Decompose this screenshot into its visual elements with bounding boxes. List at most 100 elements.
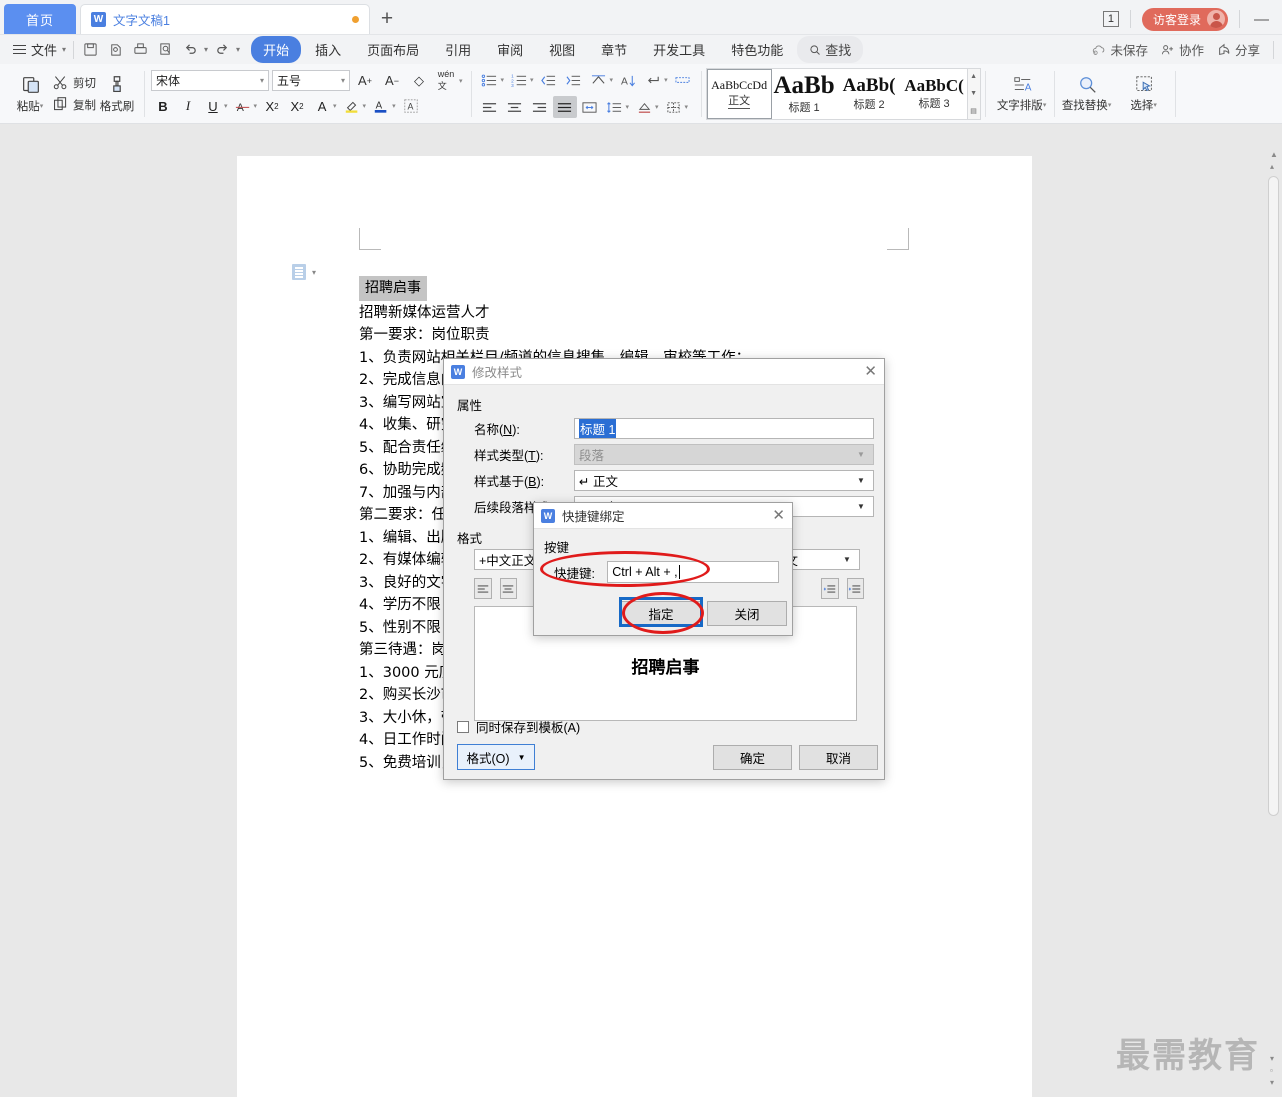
strikethrough-button[interactable]: A — [231, 95, 255, 117]
file-menu-button[interactable]: 文件 ▾ — [6, 40, 73, 59]
cancel-button[interactable]: 取消 — [799, 745, 878, 770]
ribbon-tab-review[interactable]: 审阅 — [485, 36, 535, 63]
chevron-down-icon[interactable]: ▾ — [254, 102, 258, 110]
format-painter-button[interactable]: 格式刷 — [96, 68, 138, 120]
collaborate-button[interactable]: 协作 — [1161, 40, 1204, 59]
ribbon-tab-features[interactable]: 特色功能 — [719, 36, 795, 63]
chevron-down-icon[interactable]: ▾ — [501, 76, 505, 84]
numbered-list-button[interactable]: 123 — [507, 69, 531, 91]
cut-button[interactable]: 剪切 — [52, 74, 96, 91]
pinyin-guide-icon[interactable]: wén 文 — [434, 69, 458, 91]
style-item-heading1[interactable]: AaBb 标题 1 — [772, 69, 837, 119]
style-name-input[interactable]: 标题 1 — [574, 418, 874, 439]
chevron-down-icon[interactable]: ▾ — [610, 76, 614, 84]
shortcut-binding-dialog[interactable]: W 快捷键绑定 ✕ 按键 快捷键: Ctrl + Alt + , 指定 关闭 — [533, 502, 793, 636]
save-icon[interactable] — [79, 39, 101, 60]
decrease-font-size-button[interactable]: A − — [380, 70, 404, 91]
chevron-down-icon[interactable]: ▾ — [224, 102, 228, 110]
undo-dropdown-icon[interactable]: ▾ — [204, 45, 208, 54]
scroll-page-icon[interactable]: ▫ — [1270, 1066, 1273, 1075]
based-on-select[interactable]: ↵ 正文 ▼ — [574, 470, 874, 491]
chevron-down-icon[interactable]: ▾ — [530, 76, 534, 84]
print-icon[interactable] — [129, 39, 151, 60]
style-item-heading3[interactable]: AaBbC( 标题 3 — [902, 69, 967, 119]
page-count-badge[interactable]: 1 — [1102, 11, 1119, 27]
ribbon-tab-start[interactable]: 开始 — [251, 36, 302, 63]
close-icon[interactable]: ✕ — [772, 508, 785, 523]
more-commands-icon[interactable]: ▾ — [236, 45, 240, 54]
decrease-indent-button[interactable] — [537, 69, 561, 91]
print-search-icon[interactable] — [154, 39, 176, 60]
chevron-down-icon[interactable]: ▾ — [459, 77, 463, 85]
minimize-button[interactable]: — — [1251, 11, 1272, 28]
show-marks-button[interactable] — [641, 69, 665, 91]
guest-login-button[interactable]: 访客登录 — [1141, 7, 1228, 31]
vertical-scrollbar[interactable]: ▲ ▴ ▾ ▫ ▾ — [1268, 150, 1279, 1087]
undo-icon[interactable] — [179, 39, 201, 60]
line-spacing-button[interactable] — [603, 96, 627, 118]
close-button[interactable]: 关闭 — [707, 601, 787, 626]
home-tab[interactable]: 首页 — [4, 4, 76, 34]
increase-font-size-button[interactable]: A + — [353, 70, 377, 91]
bold-button[interactable]: B — [151, 95, 175, 117]
sort-button[interactable]: A — [616, 69, 640, 91]
paragraph-marker[interactable]: ▾ — [292, 264, 316, 280]
scroll-down-icon[interactable]: ▼ — [968, 86, 980, 102]
chevron-down-icon[interactable]: ▾ — [655, 103, 659, 111]
chevron-down-icon[interactable]: ▾ — [333, 102, 337, 110]
align-left-button[interactable] — [478, 96, 502, 118]
chevron-down-icon[interactable]: ▾ — [685, 103, 689, 111]
scroll-top-icon[interactable]: ▲ — [1270, 150, 1278, 159]
ribbon-tab-developer[interactable]: 开发工具 — [641, 36, 717, 63]
styles-scrollbar[interactable]: ▲ ▼ ▤ — [966, 68, 980, 119]
find-replace-button[interactable]: 查找替换 ▾ — [1055, 68, 1121, 120]
shortcut-input[interactable]: Ctrl + Alt + , — [607, 561, 779, 583]
share-button[interactable]: 分享 — [1217, 40, 1260, 59]
paste-button[interactable]: 粘贴 ▾ — [10, 68, 52, 120]
copy-button[interactable]: 复制 — [52, 96, 96, 113]
redo-icon[interactable] — [211, 39, 233, 60]
highlight-color-button[interactable] — [340, 95, 364, 117]
new-tab-button[interactable]: + — [370, 4, 404, 34]
superscript-button[interactable]: X2 — [260, 95, 284, 117]
scroll-down-icon[interactable]: ▾ — [1270, 1054, 1274, 1063]
save-to-template-row[interactable]: 同时保存到模板(A) — [457, 717, 580, 736]
scroll-up-icon[interactable]: ▴ — [1270, 162, 1274, 171]
save-to-template-checkbox[interactable] — [457, 720, 469, 733]
subscript-button[interactable]: X2 — [285, 95, 309, 117]
scroll-bottom-icon[interactable]: ▾ — [1270, 1078, 1274, 1087]
ribbon-tab-view[interactable]: 视图 — [537, 36, 587, 63]
style-item-heading2[interactable]: AaBb( 标题 2 — [837, 69, 902, 119]
underline-button[interactable]: U — [201, 95, 225, 117]
chevron-down-icon[interactable]: ▾ — [626, 103, 630, 111]
format-options-button[interactable]: 格式(O) ▼ — [457, 744, 535, 770]
print-preview-icon[interactable] — [104, 39, 126, 60]
align-right-button[interactable] — [528, 96, 552, 118]
expand-collapse-button[interactable] — [587, 69, 611, 91]
paragraph-layout-button[interactable] — [671, 69, 695, 91]
save-status-button[interactable]: 未保存 — [1092, 40, 1148, 59]
shading-button[interactable] — [632, 96, 656, 118]
text-effects-button[interactable]: A — [310, 95, 334, 117]
ribbon-tab-section[interactable]: 章节 — [589, 36, 639, 63]
ribbon-tab-page-layout[interactable]: 页面布局 — [355, 36, 431, 63]
chevron-down-icon[interactable]: ▾ — [392, 102, 396, 110]
italic-button[interactable]: I — [176, 95, 200, 117]
close-icon[interactable]: ✕ — [864, 364, 877, 379]
chevron-down-icon[interactable]: ▾ — [312, 268, 316, 277]
ok-button[interactable]: 确定 — [713, 745, 792, 770]
increase-indent-button[interactable] — [846, 578, 864, 599]
select-button[interactable]: 选择 ▾ — [1121, 68, 1169, 120]
align-center-button[interactable] — [499, 578, 517, 599]
distribute-button[interactable] — [578, 96, 602, 118]
scrollbar-thumb[interactable] — [1268, 176, 1279, 816]
ribbon-tab-insert[interactable]: 插入 — [303, 36, 353, 63]
font-name-select[interactable]: 宋体 ▾ — [151, 70, 269, 91]
font-color-button[interactable]: A — [369, 95, 393, 117]
font-size-select[interactable]: 五号 ▾ — [272, 70, 350, 91]
clear-format-icon[interactable]: ◇ — [407, 70, 431, 91]
ribbon-tab-references[interactable]: 引用 — [433, 36, 483, 63]
text-layout-button[interactable]: A 文字排版 ▾ — [992, 68, 1054, 120]
chevron-down-icon[interactable]: ▾ — [664, 76, 668, 84]
align-center-button[interactable] — [503, 96, 527, 118]
